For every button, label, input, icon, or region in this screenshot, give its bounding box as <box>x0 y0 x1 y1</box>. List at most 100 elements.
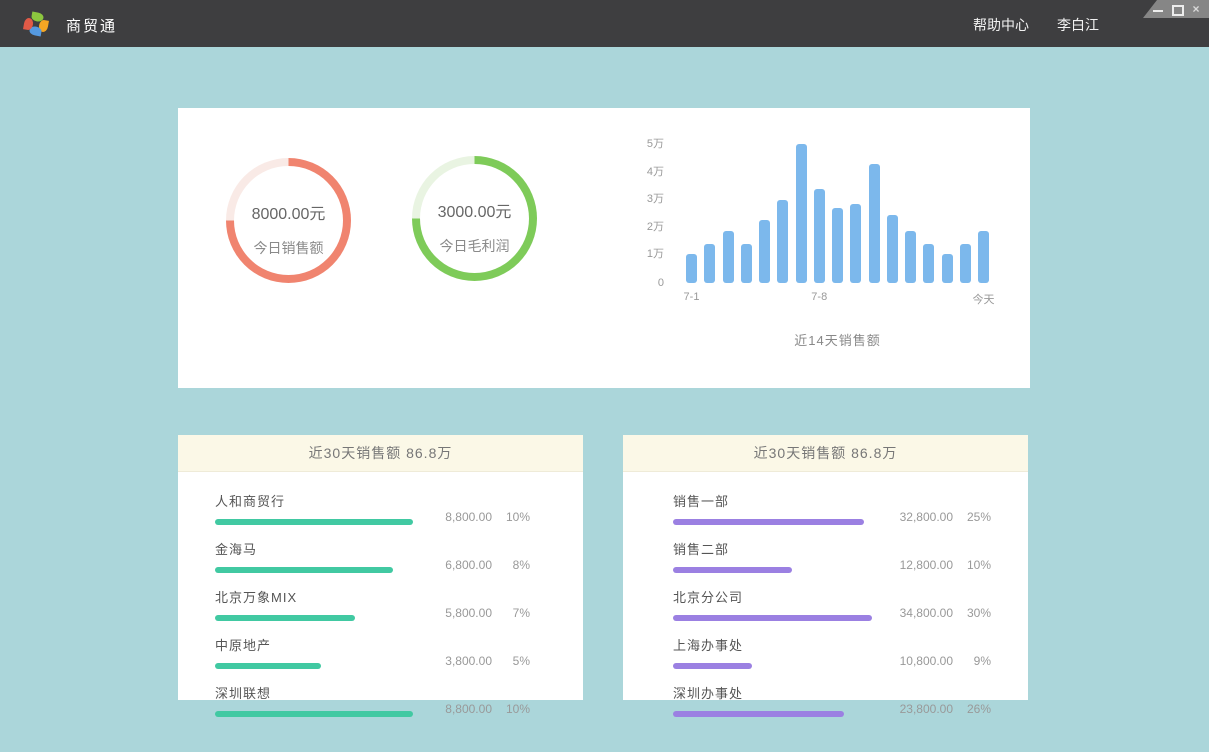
list-item-progress-bar <box>673 615 872 621</box>
x-axis-tick-label: 今天 <box>973 291 995 307</box>
sales-14day-bar-chart: 01万2万3万4万5万7-17-8今天 <box>686 138 989 283</box>
list-item-progress-bar <box>215 663 321 669</box>
list-item: 上海办事处 10,800.00 9% <box>673 635 991 669</box>
list-item-percent: 30% <box>953 606 991 620</box>
list-item: 人和商贸行 8,800.00 10% <box>215 491 530 525</box>
list-item: 金海马 6,800.00 8% <box>215 539 530 573</box>
summary-panel: 8000.00元 今日销售额 30天最高：10,000.00元 3000.00元… <box>178 108 1030 388</box>
today-profit-value: 3000.00元 <box>412 198 537 222</box>
list-item-name: 销售一部 <box>673 491 900 510</box>
bar <box>905 231 916 283</box>
bar <box>978 231 989 283</box>
y-axis-tick-label: 3万 <box>626 190 664 206</box>
bar <box>759 220 770 283</box>
list-item-percent: 10% <box>492 702 530 716</box>
list-item-progress-bar <box>215 711 413 717</box>
bar <box>942 254 953 283</box>
list-item-progress-bar <box>673 711 844 717</box>
list-item-percent: 5% <box>492 654 530 668</box>
y-axis-tick-label: 2万 <box>626 218 664 234</box>
list-item-name: 销售二部 <box>673 539 900 558</box>
list-item-percent: 7% <box>492 606 530 620</box>
y-axis-tick-label: 0 <box>626 277 664 289</box>
bar <box>869 164 880 283</box>
customer-sales-panel: 近30天销售额 86.8万 人和商贸行 8,800.00 10% 金海马 6,8… <box>178 435 583 700</box>
list-item-amount: 3,800.00 <box>445 654 492 668</box>
bar <box>814 189 825 283</box>
list-item-progress-bar <box>673 663 752 669</box>
close-icon[interactable]: × <box>1191 4 1201 14</box>
list-item-amount: 10,800.00 <box>900 654 953 668</box>
customer-panel-title: 近30天销售额 86.8万 <box>178 435 583 472</box>
list-item: 销售二部 12,800.00 10% <box>673 539 991 573</box>
list-item: 销售一部 32,800.00 25% <box>673 491 991 525</box>
list-item-percent: 10% <box>953 558 991 572</box>
bar <box>777 200 788 283</box>
today-profit-ring-text: 3000.00元 今日毛利润 <box>412 198 537 256</box>
today-profit-label: 今日毛利润 <box>412 236 537 256</box>
list-item-percent: 9% <box>953 654 991 668</box>
list-item-amount: 23,800.00 <box>900 702 953 716</box>
bar-group <box>686 138 989 283</box>
bar <box>741 244 752 283</box>
list-item-name: 深圳办事处 <box>673 683 900 702</box>
bar <box>704 244 715 283</box>
list-item-name: 人和商贸行 <box>215 491 445 510</box>
list-item-amount: 5,800.00 <box>445 606 492 620</box>
list-item-amount: 8,800.00 <box>445 510 492 524</box>
maximize-icon[interactable] <box>1172 4 1182 14</box>
bar <box>832 208 843 283</box>
list-item: 深圳办事处 23,800.00 26% <box>673 683 991 717</box>
y-axis-tick-label: 1万 <box>626 245 664 261</box>
title-bar: 商贸通 帮助中心 李白江 × <box>0 0 1209 47</box>
bar <box>960 244 971 283</box>
bar <box>686 254 697 283</box>
department-sales-panel: 近30天销售额 86.8万 销售一部 32,800.00 25% 销售二部 12… <box>623 435 1028 700</box>
user-name-link[interactable]: 李白江 <box>1057 15 1099 35</box>
y-axis-tick-label: 5万 <box>626 135 664 151</box>
app-logo-pinwheel-icon <box>24 11 50 37</box>
list-item-progress-bar <box>215 519 413 525</box>
today-sales-label: 今日销售额 <box>226 238 351 258</box>
y-axis-tick-label: 4万 <box>626 163 664 179</box>
list-item-amount: 6,800.00 <box>445 558 492 572</box>
department-list: 销售一部 32,800.00 25% 销售二部 12,800.00 10% 北京… <box>623 472 1028 717</box>
list-item-progress-bar <box>215 615 355 621</box>
bar <box>887 215 898 283</box>
list-item-percent: 25% <box>953 510 991 524</box>
list-item-name: 北京万象MIX <box>215 587 445 606</box>
list-item-percent: 26% <box>953 702 991 716</box>
today-sales-value: 8000.00元 <box>226 200 351 224</box>
help-center-link[interactable]: 帮助中心 <box>973 15 1029 35</box>
bar <box>923 244 934 283</box>
minimize-icon[interactable] <box>1153 4 1163 14</box>
today-sales-ring-text: 8000.00元 今日销售额 <box>226 200 351 258</box>
department-panel-title: 近30天销售额 86.8万 <box>623 435 1028 472</box>
x-axis-tick-label: 7-8 <box>811 291 827 303</box>
list-item-name: 深圳联想 <box>215 683 445 702</box>
list-item: 北京万象MIX 5,800.00 7% <box>215 587 530 621</box>
list-item-amount: 8,800.00 <box>445 702 492 716</box>
list-item-name: 中原地产 <box>215 635 445 654</box>
list-item-progress-bar <box>215 567 393 573</box>
window-controls: × <box>1143 0 1209 18</box>
list-item-progress-bar <box>673 519 864 525</box>
list-item-percent: 10% <box>492 510 530 524</box>
bar <box>723 231 734 283</box>
bar-chart-title: 近14天销售额 <box>686 330 989 349</box>
list-item-name: 北京分公司 <box>673 587 900 606</box>
list-item-name: 金海马 <box>215 539 445 558</box>
list-item-progress-bar <box>673 567 792 573</box>
app-title: 商贸通 <box>66 15 117 36</box>
bar <box>850 204 861 283</box>
list-item-amount: 32,800.00 <box>900 510 953 524</box>
list-item: 中原地产 3,800.00 5% <box>215 635 530 669</box>
list-item-percent: 8% <box>492 558 530 572</box>
list-item-amount: 12,800.00 <box>900 558 953 572</box>
customer-list: 人和商贸行 8,800.00 10% 金海马 6,800.00 8% 北京万象M… <box>178 472 583 717</box>
list-item-amount: 34,800.00 <box>900 606 953 620</box>
list-item-name: 上海办事处 <box>673 635 900 654</box>
bar <box>796 144 807 283</box>
list-item: 深圳联想 8,800.00 10% <box>215 683 530 717</box>
x-axis-tick-label: 7-1 <box>684 291 700 303</box>
